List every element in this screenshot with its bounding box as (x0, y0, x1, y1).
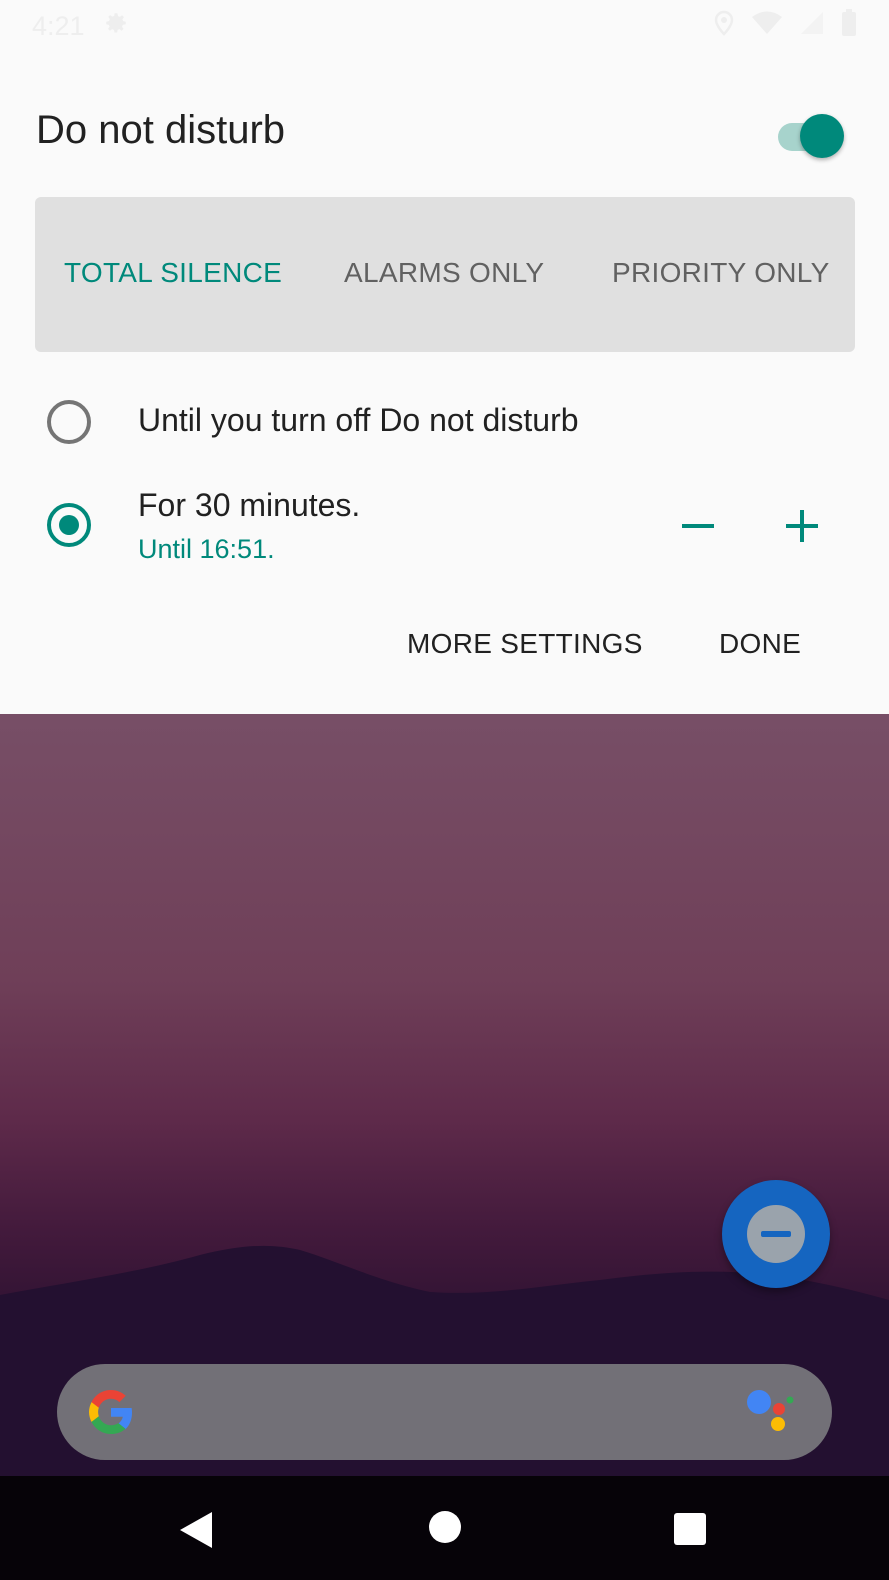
minus-icon (682, 524, 714, 528)
navigation-bar (0, 1476, 889, 1580)
toggle-thumb (800, 114, 844, 158)
dnd-toggle[interactable] (776, 114, 844, 160)
recents-icon[interactable] (673, 1512, 707, 1546)
gear-icon (103, 10, 129, 43)
signal-icon (799, 10, 825, 43)
status-bar: 4:21 (0, 0, 889, 52)
radio-until-off[interactable] (47, 400, 91, 444)
battery-icon (841, 8, 857, 44)
status-time: 4:21 (32, 10, 85, 41)
mode-selector: TOTAL SILENCE ALARMS ONLY PRIORITY ONLY (35, 197, 855, 352)
wifi-icon (751, 10, 783, 43)
dnd-fab[interactable] (722, 1180, 830, 1288)
dnd-title: Do not disturb (36, 108, 286, 152)
google-g-icon (89, 1390, 132, 1434)
option-duration-until: Until 16:51. (138, 534, 275, 564)
back-icon[interactable] (178, 1510, 214, 1550)
done-button[interactable]: DONE (719, 628, 801, 660)
mode-alarms-only[interactable]: ALARMS ONLY (344, 257, 544, 289)
more-settings-button[interactable]: MORE SETTINGS (407, 628, 643, 660)
plus-icon (786, 510, 818, 542)
mode-total-silence[interactable]: TOTAL SILENCE (64, 257, 282, 289)
increase-duration-button[interactable] (772, 496, 832, 556)
dnd-panel: 4:21 Do not disturb TOTAL SILENCE ALARMS… (0, 0, 889, 714)
decrease-duration-button[interactable] (668, 496, 728, 556)
radio-for-duration[interactable] (47, 503, 91, 547)
option-duration-label[interactable]: For 30 minutes. (138, 487, 360, 524)
google-search-bar[interactable] (57, 1364, 832, 1460)
dnd-minus-icon (747, 1205, 805, 1263)
home-icon[interactable] (428, 1510, 462, 1544)
assistant-icon (747, 1390, 794, 1431)
option-until-off-label[interactable]: Until you turn off Do not disturb (138, 402, 579, 439)
location-icon (713, 10, 735, 43)
mode-priority-only[interactable]: PRIORITY ONLY (612, 257, 830, 289)
